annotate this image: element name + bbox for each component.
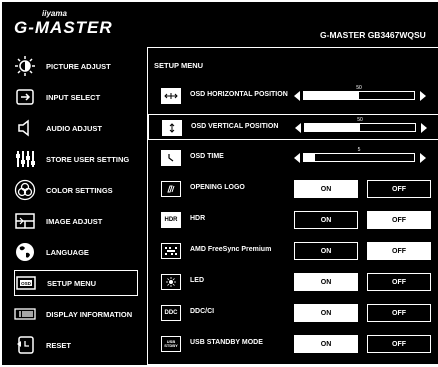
slider-track[interactable]: 50 bbox=[303, 85, 415, 100]
osd-menu: iiyama G-MASTER G-MASTER GB3467WQSU PICT… bbox=[2, 2, 438, 365]
row-label: USB STANDBY MODE bbox=[190, 339, 263, 346]
ddc-icon: DDC bbox=[161, 305, 181, 321]
info-icon bbox=[14, 303, 36, 325]
sidebar-item-reset[interactable]: RESET bbox=[14, 332, 138, 358]
slider-value: 50 bbox=[357, 117, 363, 123]
sidebar-item-label: RESET bbox=[46, 340, 72, 350]
osd-horizontal-position-slider[interactable]: 50 bbox=[294, 85, 426, 102]
ddc-ci-off-button[interactable]: OFF bbox=[367, 304, 431, 322]
sidebar-item-label: DISPLAY INFORMATION bbox=[46, 309, 133, 319]
sidebar-item-label: AUDIO ADJUST bbox=[46, 123, 102, 133]
increase-arrow-icon[interactable] bbox=[420, 91, 426, 101]
model-name: G-MASTER GB3467WQSU bbox=[320, 30, 426, 40]
slider-track[interactable]: 50 bbox=[304, 117, 416, 132]
row-label: OSD HORIZONTAL POSITION bbox=[190, 91, 288, 98]
freesync-on-button[interactable]: ON bbox=[294, 242, 358, 260]
row-usb-standby-mode[interactable]: USB STDBY USB STANDBY MODE ON OFF bbox=[148, 331, 438, 357]
setup-menu-panel: SETUP MENU OSD HORIZONTAL POSITION 50 OS… bbox=[147, 47, 438, 365]
ddc-ci-on-button[interactable]: ON bbox=[294, 304, 358, 322]
sidebar-item-label: SETUP MENU bbox=[47, 278, 97, 288]
row-label: OSD VERTICAL POSITION bbox=[191, 123, 279, 130]
slider-fill bbox=[305, 124, 360, 131]
sidebar-item-display-information[interactable]: DISPLAY INFORMATION bbox=[14, 301, 138, 327]
panel-title: SETUP MENU bbox=[154, 61, 204, 70]
usb-standby-on-button[interactable]: ON bbox=[294, 335, 358, 353]
row-osd-time[interactable]: OSD TIME 5 bbox=[148, 145, 438, 171]
row-osd-horizontal-position[interactable]: OSD HORIZONTAL POSITION 50 bbox=[148, 83, 438, 109]
clock-icon bbox=[161, 150, 181, 166]
row-label: OSD TIME bbox=[190, 153, 224, 160]
speaker-icon bbox=[14, 117, 36, 139]
color-circles-icon bbox=[14, 179, 36, 201]
sidebar-item-audio-adjust[interactable]: AUDIO ADJUST bbox=[14, 115, 138, 141]
decrease-arrow-icon[interactable] bbox=[294, 153, 300, 163]
led-off-button[interactable]: OFF bbox=[367, 273, 431, 291]
freesync-icon bbox=[161, 243, 181, 259]
sidebar-item-picture-adjust[interactable]: PICTURE ADJUST bbox=[14, 53, 138, 79]
product-line-logo: G-MASTER bbox=[14, 18, 113, 37]
sliders-icon bbox=[14, 148, 36, 170]
row-osd-vertical-position[interactable]: OSD VERTICAL POSITION 50 bbox=[148, 114, 438, 140]
sidebar-item-image-adjust[interactable]: IMAGE ADJUST bbox=[14, 208, 138, 234]
sidebar-item-label: STORE USER SETTING bbox=[46, 154, 130, 164]
row-label: LED bbox=[190, 277, 204, 284]
sidebar-item-label: COLOR SETTINGS bbox=[46, 185, 113, 195]
usb-standby-icon: USB STDBY bbox=[161, 336, 181, 352]
sidebar-item-setup-menu[interactable]: OSD SETUP MENU bbox=[14, 270, 138, 296]
vertical-position-icon bbox=[162, 120, 182, 136]
sidebar-item-label: LANGUAGE bbox=[46, 247, 89, 257]
row-label: DDC/CI bbox=[190, 308, 215, 315]
sidebar-item-store-user-setting[interactable]: STORE USER SETTING bbox=[14, 146, 138, 172]
decrease-arrow-icon[interactable] bbox=[294, 91, 300, 101]
globe-icon bbox=[14, 241, 36, 263]
sidebar-item-label: PICTURE ADJUST bbox=[46, 61, 111, 71]
logo-icon bbox=[161, 181, 181, 197]
row-amd-freesync[interactable]: AMD FreeSync Premium ON OFF bbox=[148, 238, 438, 264]
slider-fill bbox=[304, 92, 359, 99]
hdr-off-button[interactable]: OFF bbox=[367, 211, 431, 229]
opening-logo-on-button[interactable]: ON bbox=[294, 180, 358, 198]
osd-vertical-position-slider[interactable]: 50 bbox=[295, 117, 427, 134]
row-label: AMD FreeSync Premium bbox=[190, 246, 272, 253]
decrease-arrow-icon[interactable] bbox=[295, 123, 301, 133]
image-adjust-icon bbox=[14, 210, 36, 232]
brand-name: iiyama bbox=[42, 9, 67, 18]
row-label: OPENING LOGO bbox=[190, 184, 245, 191]
hdr-icon: HDR bbox=[161, 212, 181, 228]
slider-value: 5 bbox=[357, 147, 361, 153]
increase-arrow-icon[interactable] bbox=[420, 153, 426, 163]
horizontal-position-icon bbox=[161, 88, 181, 104]
osd-icon: OSD bbox=[15, 272, 37, 294]
slider-fill bbox=[304, 154, 315, 161]
sidebar-item-label: INPUT SELECT bbox=[46, 92, 101, 102]
led-on-button[interactable]: ON bbox=[294, 273, 358, 291]
row-label: HDR bbox=[190, 215, 206, 222]
hdr-on-button[interactable]: ON bbox=[294, 211, 358, 229]
sidebar-item-color-settings[interactable]: COLOR SETTINGS bbox=[14, 177, 138, 203]
brightness-icon bbox=[14, 55, 36, 77]
usb-standby-off-button[interactable]: OFF bbox=[367, 335, 431, 353]
led-icon bbox=[161, 274, 181, 290]
input-icon bbox=[14, 86, 36, 108]
slider-value: 50 bbox=[356, 85, 362, 91]
svg-text:OSD: OSD bbox=[21, 281, 32, 286]
reset-icon bbox=[14, 334, 36, 356]
row-led[interactable]: LED ON OFF bbox=[148, 269, 438, 295]
slider-track[interactable]: 5 bbox=[303, 147, 415, 162]
increase-arrow-icon[interactable] bbox=[421, 123, 427, 133]
row-opening-logo[interactable]: OPENING LOGO ON OFF bbox=[148, 176, 438, 202]
row-hdr[interactable]: HDR HDR ON OFF bbox=[148, 207, 438, 233]
sidebar-item-input-select[interactable]: INPUT SELECT bbox=[14, 84, 138, 110]
osd-time-slider[interactable]: 5 bbox=[294, 147, 426, 164]
opening-logo-off-button[interactable]: OFF bbox=[367, 180, 431, 198]
sidebar-item-label: IMAGE ADJUST bbox=[46, 216, 103, 226]
sidebar-item-language[interactable]: LANGUAGE bbox=[14, 239, 138, 265]
freesync-off-button[interactable]: OFF bbox=[367, 242, 431, 260]
row-ddc-ci[interactable]: DDC DDC/CI ON OFF bbox=[148, 300, 438, 326]
sidebar: PICTURE ADJUST INPUT SELECT AUDIO ADJUST… bbox=[2, 47, 142, 365]
